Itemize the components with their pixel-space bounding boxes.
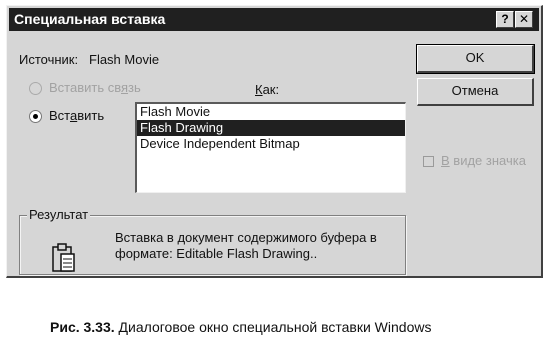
cancel-button[interactable]: Отмена [417, 78, 534, 106]
result-groupbox [19, 215, 406, 275]
dialog-title: Специальная вставка [14, 11, 166, 27]
paste-special-dialog: Специальная вставка ? ✕ Источник: Flash … [6, 5, 543, 278]
caption-number: Рис. 3.33. [50, 319, 115, 335]
close-button[interactable]: ✕ [515, 11, 533, 28]
caption-text: Диалоговое окно специальной вставки Wind… [114, 319, 432, 335]
figure-caption: Рис. 3.33. Диалоговое окно специальной в… [50, 319, 431, 335]
radio-selected-dot [33, 114, 38, 119]
title-bar: Специальная вставка ? ✕ [9, 8, 539, 31]
result-text-line2: формате: Editable Flash Drawing.. [115, 246, 318, 261]
source-label: Источник: [19, 52, 79, 67]
as-label: Как: [255, 82, 280, 97]
format-listbox[interactable]: Flash Movie Flash Drawing Device Indepen… [135, 102, 406, 193]
result-label: Результат [27, 207, 91, 222]
as-icon-checkbox[interactable] [423, 156, 434, 167]
source-value: Flash Movie [89, 52, 160, 67]
ok-button[interactable]: OK [416, 44, 535, 74]
paste-link-label: Вставить связь [49, 80, 141, 95]
help-button[interactable]: ? [496, 11, 514, 28]
as-icon-label: В виде значка [441, 153, 526, 168]
paste-link-radio[interactable] [29, 82, 42, 95]
list-item-device-independent-bitmap[interactable]: Device Independent Bitmap [137, 136, 405, 152]
paste-radio[interactable] [29, 110, 42, 123]
list-item-flash-movie[interactable]: Flash Movie [137, 104, 405, 120]
paste-label: Вставить [49, 108, 105, 123]
clipboard-icon [51, 242, 77, 279]
result-text-line1: Вставка в документ содержимого буфера в [115, 230, 377, 245]
list-item-flash-drawing[interactable]: Flash Drawing [137, 120, 405, 136]
